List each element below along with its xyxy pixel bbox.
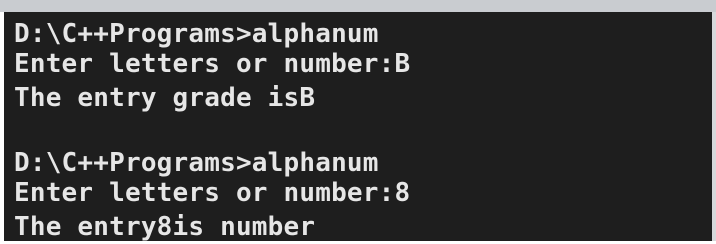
window-top-border	[0, 0, 716, 12]
console-line-input-prompt: Enter letters or number:B	[14, 49, 411, 79]
console-line-result: The entry grade isB	[14, 83, 316, 113]
scrollbar-edge[interactable]	[712, 12, 716, 241]
console-line-prompt: D:\C++Programs>alphanum	[14, 19, 379, 49]
console-line-result: The entry8is number	[14, 212, 316, 242]
console-line-input-prompt: Enter letters or number:8	[14, 178, 411, 208]
console-output[interactable]: D:\C++Programs>alphanum Enter letters or…	[4, 12, 712, 241]
console-line-prompt: D:\C++Programs>alphanum	[14, 148, 379, 178]
console-window: D:\C++Programs>alphanum Enter letters or…	[0, 0, 716, 244]
